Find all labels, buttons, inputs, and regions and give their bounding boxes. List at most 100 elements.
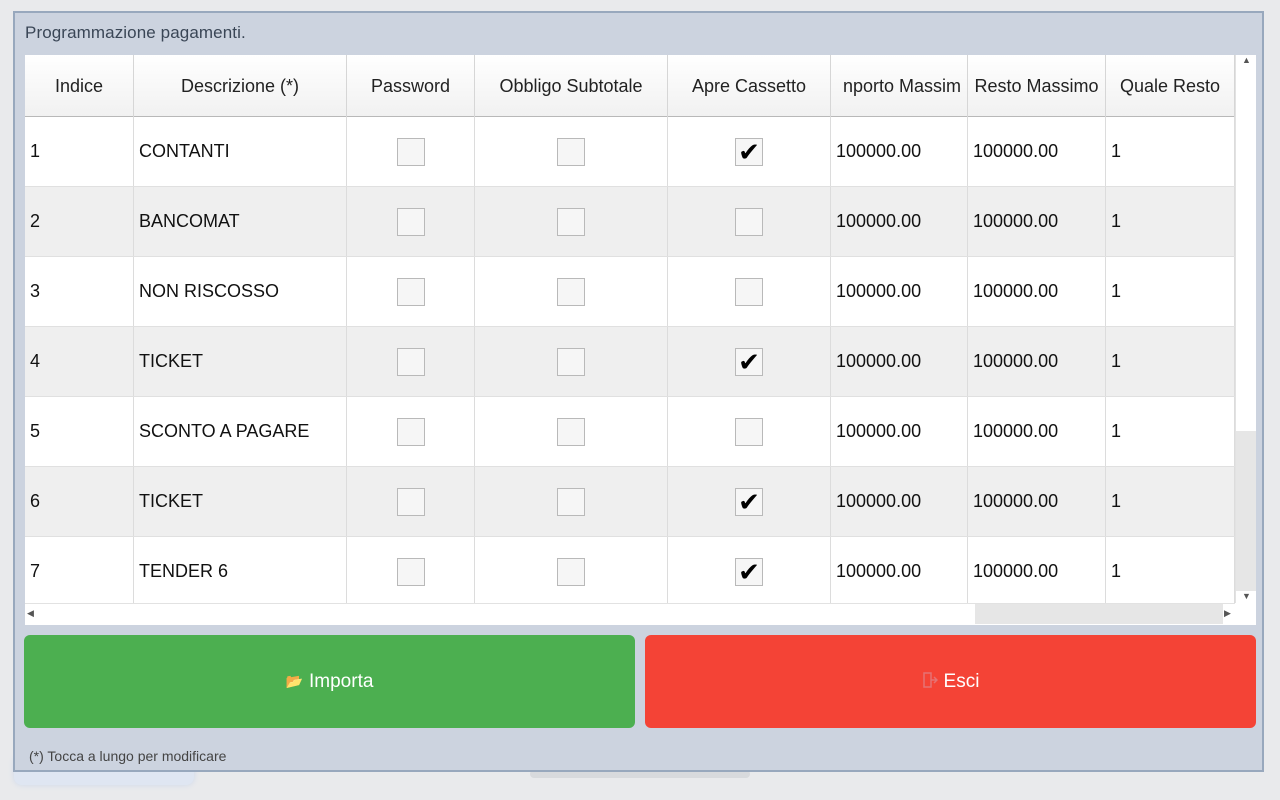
cell-quale-resto[interactable]: 1 — [1106, 537, 1235, 603]
cell-importo-massimo[interactable]: 100000.00 — [831, 187, 968, 256]
cell-descrizione[interactable]: NON RISCOSSO — [134, 257, 347, 326]
cell-descrizione[interactable]: BANCOMAT — [134, 187, 347, 256]
password-checkbox[interactable] — [396, 417, 425, 446]
cell-resto-massimo[interactable]: 100000.00 — [968, 257, 1106, 326]
vertical-scroll-thumb[interactable] — [1236, 67, 1256, 432]
obbligo-subtotale-checkbox[interactable] — [557, 557, 585, 586]
cell-quale-resto[interactable]: 1 — [1106, 187, 1235, 256]
column-header-password[interactable]: Password — [347, 55, 475, 117]
cell-indice[interactable]: 1 — [25, 117, 134, 186]
cell-indice[interactable]: 3 — [25, 257, 134, 326]
column-header-importo-massimo[interactable]: nporto Massim — [831, 55, 968, 117]
cell-quale-resto[interactable]: 1 — [1106, 117, 1235, 186]
payments-table: Indice Descrizione (*) Password Obbligo … — [25, 55, 1256, 625]
apre-cassetto-cell: ✔ — [668, 467, 831, 536]
password-cell — [347, 397, 475, 466]
column-header-apre-cassetto[interactable]: Apre Cassetto — [668, 55, 831, 117]
cell-importo-massimo[interactable]: 100000.00 — [831, 257, 968, 326]
apre-cassetto-checkbox[interactable]: ✔ — [735, 137, 763, 166]
cell-indice[interactable]: 4 — [25, 327, 134, 396]
cell-indice[interactable]: 5 — [25, 397, 134, 466]
table-row[interactable]: 7 TENDER 6 ✔ 100000.00 100000.00 1 — [25, 537, 1235, 603]
cell-indice[interactable]: 2 — [25, 187, 134, 256]
scroll-down-arrow-icon[interactable]: ▼ — [1242, 591, 1251, 601]
vertical-scroll-track[interactable] — [1236, 431, 1256, 591]
apre-cassetto-checkbox[interactable]: ✔ — [735, 556, 763, 587]
horizontal-scroll-track[interactable] — [975, 604, 1223, 624]
column-header-quale-resto[interactable]: Quale Resto — [1106, 55, 1235, 117]
table-grid: Indice Descrizione (*) Password Obbligo … — [25, 55, 1235, 603]
apre-cassetto-checkbox[interactable] — [735, 277, 763, 306]
cell-importo-massimo[interactable]: 100000.00 — [831, 467, 968, 536]
cell-resto-massimo[interactable]: 100000.00 — [968, 117, 1106, 186]
obbligo-subtotale-checkbox[interactable] — [557, 347, 585, 376]
horizontal-scrollbar[interactable]: ◀ ▶ — [25, 603, 1235, 624]
obbligo-subtotale-checkbox[interactable] — [557, 487, 585, 516]
table-header-row: Indice Descrizione (*) Password Obbligo … — [25, 55, 1235, 117]
table-row[interactable]: 5 SCONTO A PAGARE 100000.00 100000.00 1 — [25, 397, 1235, 467]
cell-resto-massimo[interactable]: 100000.00 — [968, 537, 1106, 603]
password-cell — [347, 467, 475, 536]
cell-descrizione[interactable]: TICKET — [134, 467, 347, 536]
apre-cassetto-cell: ✔ — [668, 537, 831, 603]
payment-programming-dialog: Programmazione pagamenti. Indice Descriz… — [13, 11, 1264, 772]
obbligo-subtotale-cell — [475, 397, 668, 466]
column-header-obbligo-subtotale[interactable]: Obbligo Subtotale — [475, 55, 668, 117]
cell-descrizione[interactable]: TICKET — [134, 327, 347, 396]
apre-cassetto-checkbox[interactable] — [735, 417, 763, 446]
table-row[interactable]: 1 CONTANTI ✔ 100000.00 100000.00 1 — [25, 117, 1235, 187]
password-cell — [347, 117, 475, 186]
cell-resto-massimo[interactable]: 100000.00 — [968, 397, 1106, 466]
exit-door-icon — [922, 672, 938, 691]
cell-resto-massimo[interactable]: 100000.00 — [968, 187, 1106, 256]
apre-cassetto-checkbox[interactable]: ✔ — [735, 347, 763, 376]
password-checkbox[interactable] — [396, 207, 425, 236]
obbligo-subtotale-checkbox[interactable] — [557, 207, 585, 236]
import-button[interactable]: 📂 Importa — [24, 635, 635, 728]
table-row[interactable]: 6 TICKET ✔ 100000.00 100000.00 1 — [25, 467, 1235, 537]
horizontal-scroll-thumb[interactable] — [37, 604, 976, 624]
column-header-resto-massimo[interactable]: Resto Massimo — [968, 55, 1106, 117]
vertical-scrollbar[interactable]: ▲ ▼ — [1235, 55, 1256, 603]
scroll-right-arrow-icon[interactable]: ▶ — [1224, 608, 1231, 619]
scroll-up-arrow-icon[interactable]: ▲ — [1242, 55, 1251, 65]
import-button-label: Importa — [309, 670, 374, 692]
exit-button[interactable]: Esci — [645, 635, 1256, 728]
cell-descrizione[interactable]: SCONTO A PAGARE — [134, 397, 347, 466]
password-cell — [347, 327, 475, 396]
cell-importo-massimo[interactable]: 100000.00 — [831, 117, 968, 186]
cell-indice[interactable]: 6 — [25, 467, 134, 536]
column-header-descrizione[interactable]: Descrizione (*) — [134, 55, 347, 117]
cell-importo-massimo[interactable]: 100000.00 — [831, 397, 968, 466]
scroll-left-arrow-icon[interactable]: ◀ — [27, 608, 34, 619]
footnote: (*) Tocca a lungo per modificare — [29, 748, 227, 764]
password-checkbox[interactable] — [396, 557, 425, 586]
column-header-indice[interactable]: Indice — [25, 55, 134, 117]
cell-quale-resto[interactable]: 1 — [1106, 397, 1235, 466]
cell-resto-massimo[interactable]: 100000.00 — [968, 327, 1106, 396]
password-checkbox[interactable] — [396, 347, 425, 376]
obbligo-subtotale-cell — [475, 467, 668, 536]
password-checkbox[interactable] — [396, 137, 425, 166]
obbligo-subtotale-checkbox[interactable] — [557, 277, 585, 306]
table-row[interactable]: 2 BANCOMAT 100000.00 100000.00 1 — [25, 187, 1235, 257]
cell-indice[interactable]: 7 — [25, 537, 134, 603]
cell-importo-massimo[interactable]: 100000.00 — [831, 537, 968, 603]
obbligo-subtotale-checkbox[interactable] — [557, 417, 585, 446]
checkmark-icon: ✔ — [738, 556, 760, 587]
cell-quale-resto[interactable]: 1 — [1106, 467, 1235, 536]
apre-cassetto-cell: ✔ — [668, 327, 831, 396]
obbligo-subtotale-checkbox[interactable] — [557, 137, 585, 166]
table-row[interactable]: 4 TICKET ✔ 100000.00 100000.00 1 — [25, 327, 1235, 397]
cell-resto-massimo[interactable]: 100000.00 — [968, 467, 1106, 536]
apre-cassetto-checkbox[interactable] — [735, 207, 763, 236]
cell-descrizione[interactable]: TENDER 6 — [134, 537, 347, 603]
password-checkbox[interactable] — [396, 277, 425, 306]
cell-quale-resto[interactable]: 1 — [1106, 327, 1235, 396]
table-row[interactable]: 3 NON RISCOSSO 100000.00 100000.00 1 — [25, 257, 1235, 327]
cell-quale-resto[interactable]: 1 — [1106, 257, 1235, 326]
password-checkbox[interactable] — [396, 487, 425, 516]
cell-descrizione[interactable]: CONTANTI — [134, 117, 347, 186]
cell-importo-massimo[interactable]: 100000.00 — [831, 327, 968, 396]
apre-cassetto-checkbox[interactable]: ✔ — [735, 487, 763, 516]
